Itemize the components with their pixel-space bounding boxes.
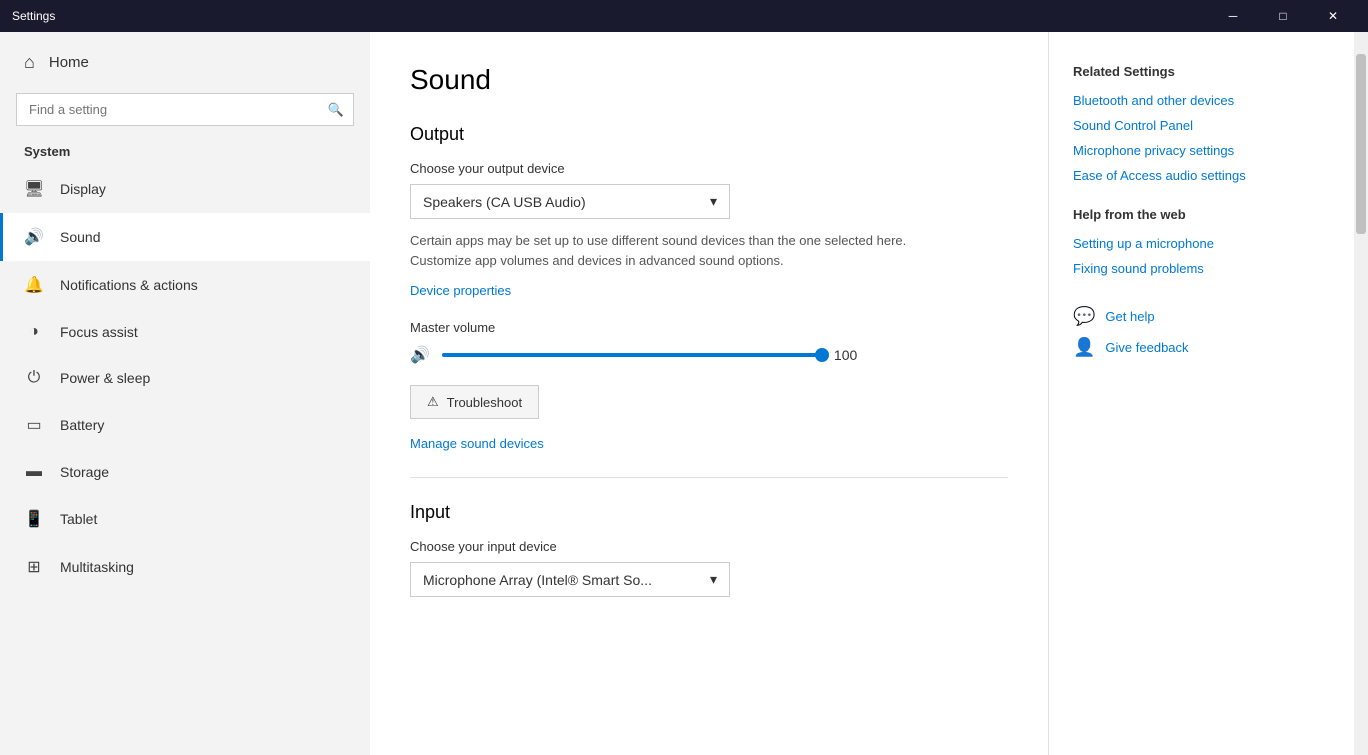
titlebar: Settings ─ □ ✕ [0, 0, 1368, 32]
volume-section: Master volume 🔊 100 [410, 320, 1008, 365]
help-from-web-title: Help from the web [1073, 207, 1344, 222]
get-help-icon: 💬 [1073, 306, 1095, 327]
get-help-row[interactable]: 💬 Get help [1073, 306, 1344, 327]
output-device-value: Speakers (CA USB Audio) [423, 194, 586, 210]
home-label: Home [49, 54, 89, 71]
sidebar-item-sound[interactable]: 🔊 Sound [0, 213, 370, 261]
sound-icon: 🔊 [24, 227, 44, 247]
sidebar-item-multitasking[interactable]: ⊞ Multitasking [0, 543, 370, 591]
section-title-system: System [0, 134, 370, 165]
app-container: ⌂ Home 🔍 System 🖥 Display 🔊 Sound 🔔 Noti… [0, 32, 1368, 755]
focus-assist-icon: ◑ [24, 323, 44, 341]
volume-slider[interactable] [442, 345, 822, 365]
sidebar-item-home[interactable]: ⌂ Home [0, 32, 370, 93]
setup-microphone-link[interactable]: Setting up a microphone [1073, 236, 1344, 251]
output-device-label: Choose your output device [410, 161, 1008, 176]
slider-thumb [815, 348, 829, 362]
warning-icon: ⚠ [427, 394, 439, 410]
sidebar-item-tablet[interactable]: 📱 Tablet [0, 495, 370, 543]
troubleshoot-label: Troubleshoot [447, 395, 522, 410]
microphone-privacy-link[interactable]: Microphone privacy settings [1073, 143, 1344, 158]
minimize-button[interactable]: ─ [1210, 0, 1256, 32]
sidebar-item-storage[interactable]: ▬ Storage [0, 449, 370, 495]
display-icon: 🖥 [24, 179, 44, 199]
input-section-title: Input [410, 502, 1008, 523]
related-settings-title: Related Settings [1073, 64, 1344, 79]
troubleshoot-button[interactable]: ⚠ Troubleshoot [410, 385, 539, 419]
notifications-icon: 🔔 [24, 275, 44, 295]
sidebar: ⌂ Home 🔍 System 🖥 Display 🔊 Sound 🔔 Noti… [0, 32, 370, 755]
app-title: Settings [12, 9, 1210, 23]
input-device-dropdown[interactable]: Microphone Array (Intel® Smart So... ▾ [410, 562, 730, 597]
ease-of-access-link[interactable]: Ease of Access audio settings [1073, 168, 1344, 183]
search-container: 🔍 [16, 93, 354, 126]
give-feedback-row[interactable]: 👤 Give feedback [1073, 337, 1344, 358]
manage-sound-devices-link[interactable]: Manage sound devices [410, 436, 544, 451]
device-properties-link[interactable]: Device properties [410, 283, 511, 298]
multitasking-icon: ⊞ [24, 557, 44, 577]
volume-row: 🔊 100 [410, 345, 1008, 365]
sound-control-panel-link[interactable]: Sound Control Panel [1073, 118, 1344, 133]
input-device-value: Microphone Array (Intel® Smart So... [423, 572, 652, 588]
scrollbar[interactable] [1354, 32, 1368, 755]
sidebar-item-power[interactable]: ⏻ Power & sleep [0, 355, 370, 401]
sidebar-item-battery[interactable]: ▭ Battery [0, 401, 370, 449]
dropdown-chevron-icon: ▾ [710, 193, 717, 210]
right-panel: Related Settings Bluetooth and other dev… [1048, 32, 1368, 755]
home-icon: ⌂ [24, 52, 35, 73]
search-icon: 🔍 [328, 102, 344, 118]
section-divider [410, 477, 1008, 478]
slider-fill [442, 353, 822, 357]
output-info-text: Certain apps may be set up to use differ… [410, 231, 930, 270]
get-help-link[interactable]: Get help [1105, 309, 1154, 324]
give-feedback-link[interactable]: Give feedback [1105, 340, 1188, 355]
sidebar-item-focus-assist[interactable]: ◑ Focus assist [0, 309, 370, 355]
main-content: Sound Output Choose your output device S… [370, 32, 1048, 755]
slider-track [442, 353, 822, 357]
output-section-title: Output [410, 124, 1008, 145]
scrollbar-thumb [1356, 54, 1366, 234]
sidebar-item-notifications[interactable]: 🔔 Notifications & actions [0, 261, 370, 309]
maximize-button[interactable]: □ [1260, 0, 1306, 32]
window-controls: ─ □ ✕ [1210, 0, 1356, 32]
bluetooth-link[interactable]: Bluetooth and other devices [1073, 93, 1344, 108]
tablet-icon: 📱 [24, 509, 44, 529]
sidebar-item-display[interactable]: 🖥 Display [0, 165, 370, 213]
fixing-sound-link[interactable]: Fixing sound problems [1073, 261, 1344, 276]
volume-value: 100 [834, 347, 866, 363]
arrow-annotation [1048, 98, 1049, 173]
output-device-dropdown[interactable]: Speakers (CA USB Audio) ▾ [410, 184, 730, 219]
input-dropdown-chevron-icon: ▾ [710, 571, 717, 588]
volume-speaker-icon: 🔊 [410, 345, 430, 365]
page-title: Sound [410, 64, 1008, 96]
input-device-label: Choose your input device [410, 539, 1008, 554]
volume-label: Master volume [410, 320, 1008, 335]
power-icon: ⏻ [24, 369, 44, 387]
storage-icon: ▬ [24, 463, 44, 481]
search-input[interactable] [16, 93, 354, 126]
close-button[interactable]: ✕ [1310, 0, 1356, 32]
feedback-icon: 👤 [1073, 337, 1095, 358]
battery-icon: ▭ [24, 415, 44, 435]
